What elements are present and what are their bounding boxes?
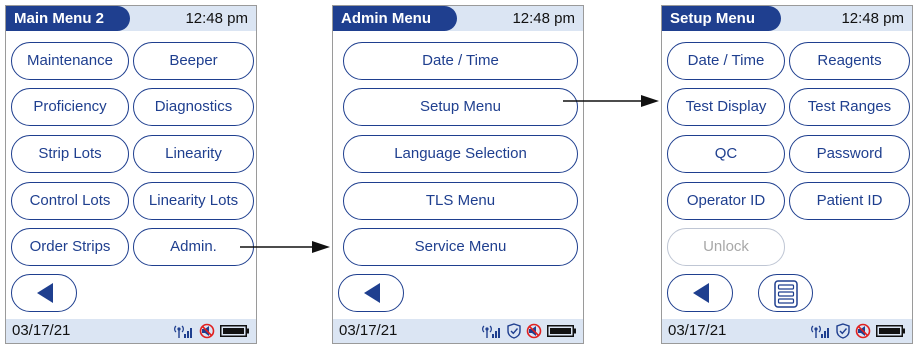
arrow-admin-to-admin-menu bbox=[240, 241, 330, 253]
arrow-setup-menu-to-setup-screen bbox=[563, 95, 659, 107]
flow-arrows bbox=[240, 95, 659, 253]
